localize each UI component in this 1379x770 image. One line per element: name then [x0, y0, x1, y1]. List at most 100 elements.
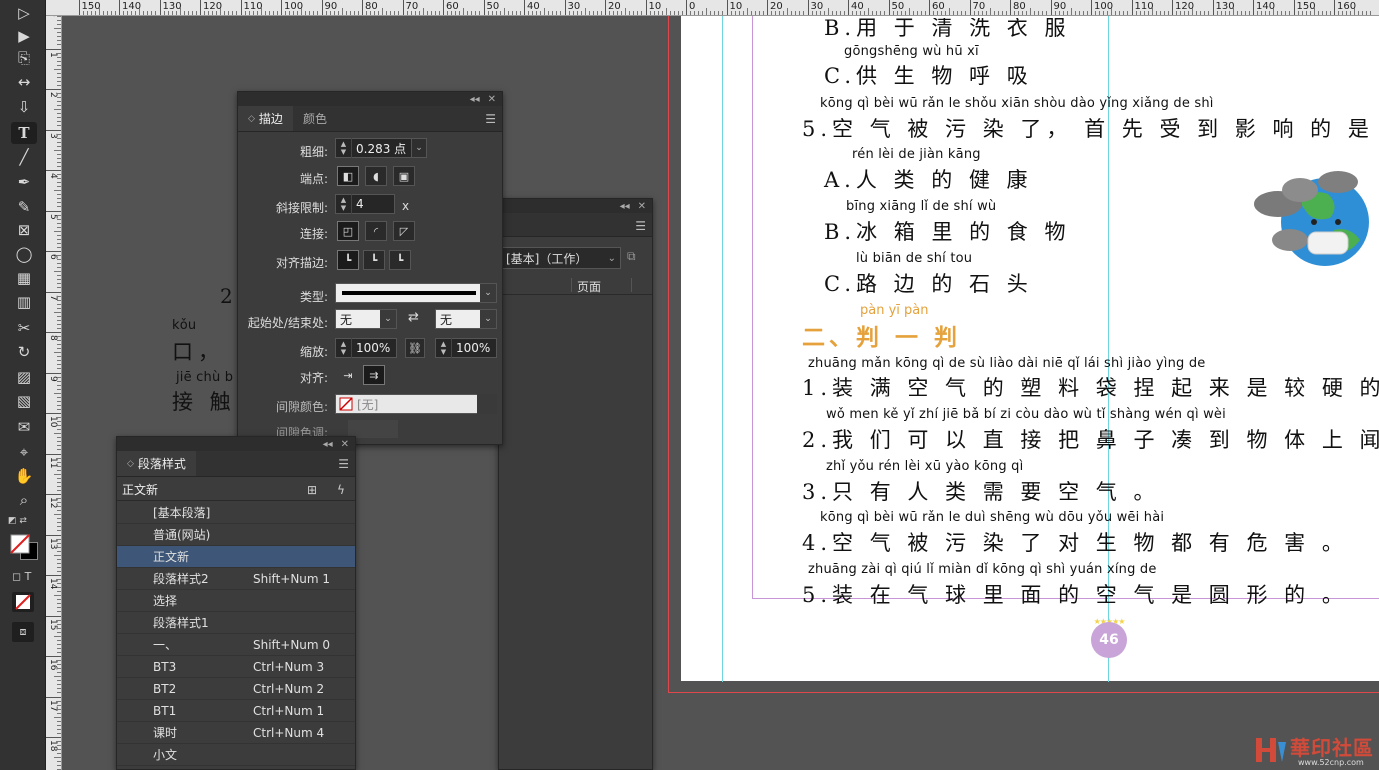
link-icon[interactable]: ⛓	[405, 338, 425, 358]
gap-tool-icon[interactable]: ↔	[11, 71, 37, 93]
swap-icon[interactable]: ⇄	[408, 310, 419, 325]
pencil-tool-icon[interactable]: ✎	[11, 196, 37, 218]
paragraph-style-item[interactable]: 正文新	[117, 546, 355, 568]
polluted-earth-illustration[interactable]	[1250, 160, 1379, 275]
zoom-tool-icon[interactable]: ⌕	[11, 489, 37, 511]
paragraph-styles-panel[interactable]: ◂◂ ✕ ◇ 段落样式 ☰ 正文新 ⊞ ϟ [基本段落] 普通(网站) 正文新 段落样式…	[116, 436, 356, 770]
selection-tool-icon[interactable]: ▷	[11, 2, 37, 24]
panel-menu-icon[interactable]: ☰	[485, 112, 496, 126]
close-icon[interactable]: ✕	[488, 94, 496, 105]
pages-panel[interactable]: ◂◂ ✕ ☰ [基本]（工作） ⌄ ⧉ 页面	[498, 198, 653, 770]
align-inside-icon[interactable]: ┗	[363, 250, 385, 270]
paragraph-style-item[interactable]: 选择	[117, 590, 355, 612]
scissors-tool-icon[interactable]: ✂	[11, 317, 37, 339]
formatting-container-icon[interactable]: ◻ T	[12, 570, 31, 583]
align-center-icon[interactable]: ┗	[337, 250, 359, 270]
close-icon[interactable]: ✕	[638, 201, 646, 212]
hand-tool-icon[interactable]: ✋	[11, 465, 37, 487]
judge-item-3: 3.只 有 人 类 需 要 空 气 。	[802, 480, 1160, 504]
para-panel-titlebar[interactable]: ◂◂ ✕	[117, 437, 355, 451]
paragraph-style-item[interactable]: BT3 Ctrl+Num 3	[117, 656, 355, 678]
ruler-minor-tick	[57, 526, 61, 528]
gap-color-dropdown[interactable]: [无]	[335, 394, 497, 414]
note-tool-icon[interactable]: ✉	[11, 416, 37, 438]
chevron-down-icon[interactable]: ⌄	[411, 138, 427, 158]
gradient-feather-tool-icon[interactable]: ▧	[11, 390, 37, 412]
tab-paragraph-styles[interactable]: ◇ 段落样式	[117, 451, 196, 476]
butt-cap-icon[interactable]: ◧	[337, 166, 359, 186]
align-outside-icon[interactable]: ┗	[389, 250, 411, 270]
weight-field[interactable]: ▲ ▼ 0.283 点 ⌄	[335, 138, 427, 158]
collapse-icon[interactable]: ◂◂	[470, 94, 480, 105]
ruler-minor-tick	[370, 11, 372, 15]
horizontal-ruler[interactable]: 150 140 130 120 110 100 90 80 70 60 50 40 30 20 10 0 10 2…	[46, 0, 1379, 16]
miter-stepper[interactable]: ▲ ▼	[336, 194, 352, 214]
paragraph-style-item[interactable]: 段落样式2 Shift+Num 1	[117, 568, 355, 590]
pages-panel-titlebar[interactable]: ◂◂ ✕	[499, 199, 652, 213]
scale-end-stepper[interactable]: ▲ ▼	[436, 338, 452, 358]
weight-stepper[interactable]: ▲ ▼	[336, 138, 352, 158]
collapse-icon[interactable]: ◂◂	[323, 439, 333, 450]
grid-tool-icon[interactable]: ▥	[11, 291, 37, 313]
arrow-inside-icon[interactable]: ⇉	[363, 365, 385, 385]
ellipse-tool-icon[interactable]: ◯	[11, 243, 37, 265]
rectangle-frame-tool-icon[interactable]: ⊠	[11, 219, 37, 241]
tab-stroke[interactable]: ◇ 描边	[238, 106, 293, 131]
apply-none-icon[interactable]	[12, 592, 34, 612]
lightning-icon[interactable]: ϟ	[337, 483, 345, 497]
round-cap-icon[interactable]: ◖	[365, 166, 387, 186]
scale-start-stepper[interactable]: ▲ ▼	[336, 338, 352, 358]
eyedropper-tool-icon[interactable]: ⌖	[11, 441, 37, 463]
q5a-pinyin: rén lèi de jiàn kāng	[852, 147, 981, 162]
fill-none-icon[interactable]	[10, 534, 30, 554]
direct-selection-tool-icon[interactable]: ▶	[11, 25, 37, 47]
end-dropdown[interactable]: 无 ⌄	[435, 309, 497, 329]
close-icon[interactable]: ✕	[341, 439, 349, 450]
fill-stroke-swatch[interactable]	[10, 530, 40, 562]
miter-join-icon[interactable]: ◰	[337, 221, 359, 241]
scale-start-field[interactable]: ▲ ▼ 100%	[335, 338, 397, 358]
rotate-tool-icon[interactable]: ↻	[11, 341, 37, 363]
paragraph-style-item[interactable]: 课时 Ctrl+Num 4	[117, 722, 355, 744]
ruler-minor-tick	[57, 174, 61, 176]
stroke-panel-titlebar[interactable]: ◂◂ ✕	[238, 92, 502, 106]
content-collector-tool-icon[interactable]: ⇩	[11, 96, 37, 118]
vertical-ruler[interactable]: 0123456789101112131415161718	[46, 16, 62, 770]
bevel-join-icon[interactable]: ◸	[393, 221, 415, 241]
paragraph-style-item[interactable]: 一、 Shift+Num 0	[117, 634, 355, 656]
line-tool-icon[interactable]: ╱	[11, 146, 37, 168]
collapse-icon[interactable]: ◂◂	[620, 201, 630, 212]
paragraph-style-item[interactable]: BT1 Ctrl+Num 1	[117, 700, 355, 722]
arrow-extend-icon[interactable]: ⇥	[337, 365, 359, 385]
ruler-minor-tick	[57, 40, 61, 42]
page-tool-icon[interactable]: ⎘	[11, 47, 37, 69]
type-tool-icon[interactable]: T	[11, 122, 37, 144]
paragraph-style-item[interactable]: 普通(网站)	[117, 524, 355, 546]
start-dropdown[interactable]: 无 ⌄	[335, 309, 397, 329]
panel-menu-icon[interactable]: ☰	[338, 457, 349, 471]
screen-mode-icon[interactable]: ⧈	[12, 622, 34, 642]
gradient-swatch-tool-icon[interactable]: ▨	[11, 366, 37, 388]
column-guide-left[interactable]	[722, 16, 723, 682]
paragraph-style-item[interactable]: 小文	[117, 744, 355, 766]
stroke-panel[interactable]: ◂◂ ✕ ◇ 描边 颜色 ☰ 粗细: ▲ ▼ 0.283 点 ⌄ 端点: ◧ ◖ ▣…	[237, 91, 503, 445]
ruler-minor-tick	[1022, 11, 1024, 15]
stroke-type-dropdown[interactable]: ⌄	[335, 283, 497, 303]
table-tool-icon[interactable]: ▦	[11, 267, 37, 289]
master-dropdown[interactable]: [基本]（工作） ⌄	[501, 247, 621, 269]
new-page-icon[interactable]: ⧉	[627, 249, 645, 267]
scale-end-field[interactable]: ▲ ▼ 100%	[435, 338, 497, 358]
panel-menu-icon[interactable]: ☰	[635, 219, 646, 233]
new-style-from-selection-icon[interactable]: ⊞	[307, 483, 317, 497]
paragraph-style-item[interactable]: 段落样式1	[117, 612, 355, 634]
miter-limit-field[interactable]: ▲ ▼ 4	[335, 194, 395, 214]
paragraph-style-item[interactable]: BT2 Ctrl+Num 2	[117, 678, 355, 700]
pen-tool-icon[interactable]: ✒	[11, 171, 37, 193]
paragraph-style-name: 小文	[153, 748, 178, 762]
ruler-minor-tick	[1346, 11, 1348, 15]
projecting-cap-icon[interactable]: ▣	[393, 166, 415, 186]
round-join-icon[interactable]: ◜	[365, 221, 387, 241]
default-colors-icon[interactable]: ◩ ⇄	[8, 516, 27, 526]
paragraph-style-item[interactable]: [基本段落]	[117, 502, 355, 524]
tab-color[interactable]: 颜色	[293, 106, 337, 131]
